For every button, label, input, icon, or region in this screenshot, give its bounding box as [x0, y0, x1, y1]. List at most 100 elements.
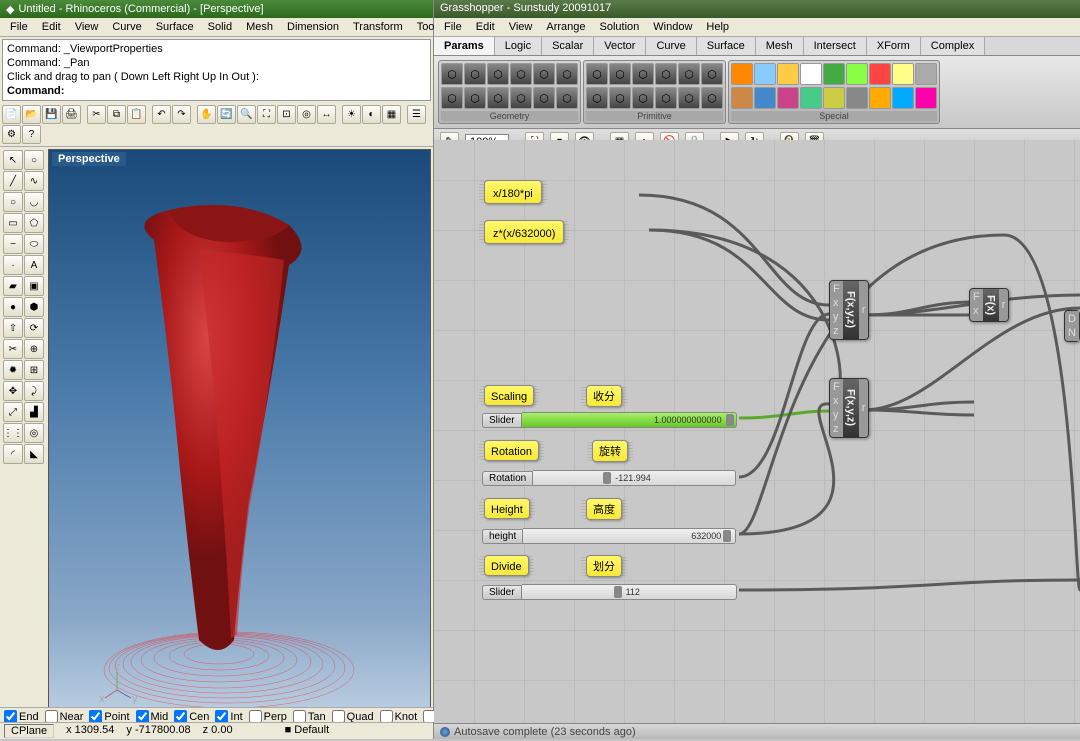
- divide-cn[interactable]: 划分: [586, 555, 622, 577]
- graph-icon[interactable]: [777, 63, 799, 85]
- rotate-icon[interactable]: 🔄: [217, 105, 236, 124]
- undo-icon[interactable]: ↶: [152, 105, 171, 124]
- menu-transform[interactable]: Transform: [347, 20, 409, 34]
- param-point-icon[interactable]: ⬡: [441, 63, 463, 85]
- param-path-icon[interactable]: ⬡: [609, 87, 631, 109]
- menu-dimension[interactable]: Dimension: [281, 20, 345, 34]
- gh-titlebar[interactable]: Grasshopper - Sunstudy 20091017: [434, 0, 1080, 18]
- menu-view[interactable]: View: [69, 20, 105, 34]
- param-twisted-icon[interactable]: ⬡: [556, 87, 578, 109]
- scribble-icon[interactable]: [800, 63, 822, 85]
- custom-icon[interactable]: [846, 87, 868, 109]
- gh-canvas[interactable]: x/180*pi z*(x/632000) Scaling 收分 Slider …: [434, 140, 1080, 723]
- param-num-icon[interactable]: ⬡: [632, 63, 654, 85]
- copy-icon[interactable]: ⧉: [107, 105, 126, 124]
- gh-menu-window[interactable]: Window: [647, 20, 698, 34]
- param-time-icon[interactable]: ⬡: [586, 87, 608, 109]
- join-icon[interactable]: ⊕: [24, 339, 44, 359]
- help-icon[interactable]: ?: [22, 125, 41, 144]
- value-icon[interactable]: [892, 87, 914, 109]
- jump-icon[interactable]: [892, 63, 914, 85]
- tab-vector[interactable]: Vector: [594, 37, 646, 55]
- param-geo-icon[interactable]: ⬡: [533, 87, 555, 109]
- gradient-icon[interactable]: [731, 87, 753, 109]
- tab-surface[interactable]: Surface: [697, 37, 756, 55]
- command-input[interactable]: [68, 84, 426, 98]
- curve-icon[interactable]: ~: [3, 234, 23, 254]
- surface-icon[interactable]: ▰: [3, 276, 23, 296]
- viewport-label[interactable]: Perspective: [52, 152, 126, 166]
- param-brep-icon[interactable]: ⬡: [464, 87, 486, 109]
- scaling-cn[interactable]: 收分: [586, 385, 622, 407]
- gh-menu-arrange[interactable]: Arrange: [540, 20, 591, 34]
- point-icon[interactable]: ·: [3, 255, 23, 275]
- tab-curve[interactable]: Curve: [646, 37, 696, 55]
- menu-mesh[interactable]: Mesh: [240, 20, 279, 34]
- param-domain2-icon[interactable]: ⬡: [701, 87, 723, 109]
- panel-icon[interactable]: [754, 63, 776, 85]
- fxyz-component-1[interactable]: Fxyz F(x,y,z) r: [829, 280, 869, 340]
- properties-icon[interactable]: ⚙: [2, 125, 21, 144]
- param-data-icon[interactable]: ⬡: [632, 87, 654, 109]
- fxyz-component-2[interactable]: Fxyz F(x,y,z) r: [829, 378, 869, 438]
- sphere-icon[interactable]: ●: [3, 297, 23, 317]
- param-plane-icon[interactable]: ⬡: [556, 63, 578, 85]
- param-domain-icon[interactable]: ⬡: [678, 87, 700, 109]
- dn-component[interactable]: DN: [1064, 310, 1080, 342]
- pan-icon[interactable]: ✋: [197, 105, 216, 124]
- param-color-icon[interactable]: ⬡: [678, 63, 700, 85]
- read-icon[interactable]: [869, 87, 891, 109]
- ellipse-icon[interactable]: ⬭: [24, 234, 44, 254]
- timer-icon[interactable]: [823, 63, 845, 85]
- cluster-icon[interactable]: [869, 63, 891, 85]
- gh-menu-file[interactable]: File: [438, 20, 468, 34]
- gh-menu-view[interactable]: View: [503, 20, 539, 34]
- bar-icon[interactable]: [777, 87, 799, 109]
- scaling-label[interactable]: Scaling: [484, 385, 534, 406]
- zoom-icon[interactable]: 🔍: [237, 105, 256, 124]
- menu-solid[interactable]: Solid: [202, 20, 238, 34]
- rotation-slider[interactable]: Rotation -121.994: [482, 470, 736, 486]
- offset-icon[interactable]: ◎: [24, 423, 44, 443]
- param-circle-icon[interactable]: ⬡: [510, 63, 532, 85]
- revolve-icon[interactable]: ⟳: [24, 318, 44, 338]
- rect-icon[interactable]: ▭: [3, 213, 23, 233]
- param-mesh-icon[interactable]: ⬡: [487, 87, 509, 109]
- mirror-icon[interactable]: ▟: [24, 402, 44, 422]
- gh-menu-solution[interactable]: Solution: [594, 20, 646, 34]
- galapagos-icon[interactable]: [915, 87, 937, 109]
- pointer-icon[interactable]: ↖: [3, 150, 23, 170]
- save-icon[interactable]: 💾: [42, 105, 61, 124]
- rotation-label[interactable]: Rotation: [484, 440, 539, 461]
- gh-menu-help[interactable]: Help: [700, 20, 735, 34]
- open-icon[interactable]: 📂: [22, 105, 41, 124]
- height-slider[interactable]: height 632000: [482, 528, 736, 544]
- layers-icon[interactable]: ☰: [407, 105, 426, 124]
- dam-icon[interactable]: [915, 63, 937, 85]
- polyline-icon[interactable]: ∿: [24, 171, 44, 191]
- tab-mesh[interactable]: Mesh: [756, 37, 804, 55]
- render-icon[interactable]: ☀: [342, 105, 361, 124]
- image-icon[interactable]: [823, 87, 845, 109]
- rotation-cn[interactable]: 旋转: [592, 440, 628, 462]
- param-int-icon[interactable]: ⬡: [609, 63, 631, 85]
- new-icon[interactable]: 📄: [2, 105, 21, 124]
- param-interval-icon[interactable]: ⬡: [701, 63, 723, 85]
- grid-icon[interactable]: ▦: [382, 105, 401, 124]
- zoom-window-icon[interactable]: ⊡: [277, 105, 296, 124]
- status-layer[interactable]: Default: [294, 724, 329, 736]
- cut-icon[interactable]: ✂: [87, 105, 106, 124]
- line-icon[interactable]: ╱: [3, 171, 23, 191]
- param-curve-icon[interactable]: ⬡: [487, 63, 509, 85]
- box-icon[interactable]: ▣: [24, 276, 44, 296]
- tab-complex[interactable]: Complex: [921, 37, 985, 55]
- menu-surface[interactable]: Surface: [150, 20, 200, 34]
- cylinder-icon[interactable]: ⬢: [24, 297, 44, 317]
- param-box-icon[interactable]: ⬡: [510, 87, 532, 109]
- rhino-titlebar[interactable]: ◆ Untitled - Rhinoceros (Commercial) - […: [0, 0, 433, 18]
- scale-icon[interactable]: ⤢: [3, 402, 23, 422]
- param-generic-icon[interactable]: ⬡: [655, 87, 677, 109]
- paste-icon[interactable]: 📋: [127, 105, 146, 124]
- legend-icon[interactable]: [754, 87, 776, 109]
- perspective-viewport[interactable]: Perspective: [48, 149, 431, 739]
